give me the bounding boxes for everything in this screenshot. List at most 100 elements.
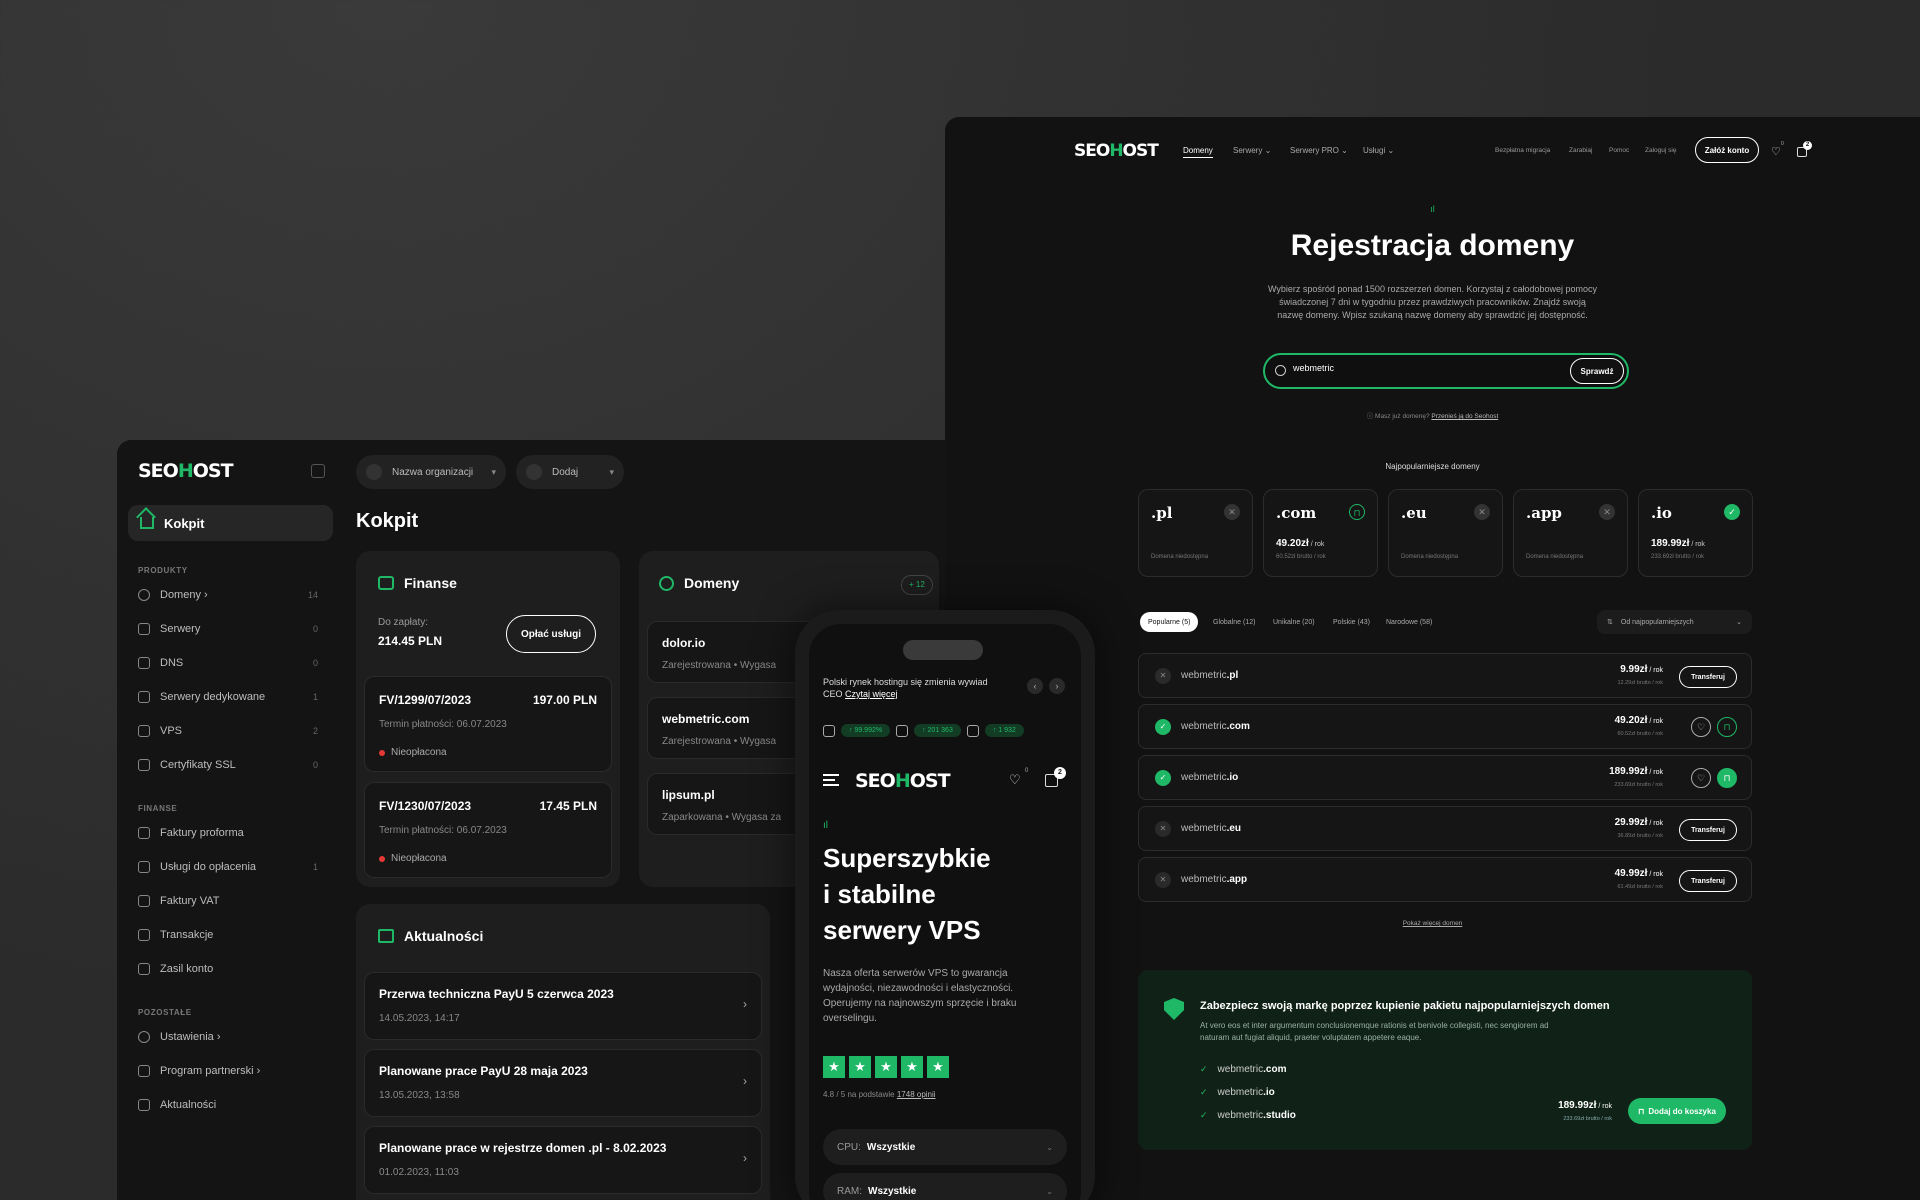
sidebar-item-ssl[interactable]: Certyfikaty SSL 0	[138, 755, 318, 775]
nav-uslugi[interactable]: Usługi ⌄	[1363, 146, 1394, 155]
heart-icon[interactable]: ♡	[1771, 145, 1781, 158]
tld-card[interactable]: .eu ✕ Domena niedostępna	[1388, 489, 1503, 577]
heart-icon[interactable]: ♡	[1691, 768, 1711, 788]
add-to-cart-button[interactable]: ⊓ Dodaj do koszyka	[1628, 1098, 1726, 1124]
sidebar-item-program-partnerski[interactable]: Program partnerski ›	[138, 1061, 318, 1081]
heart-count: 0	[1025, 768, 1029, 774]
chevron-right-icon: ›	[743, 1151, 747, 1165]
heart-icon[interactable]: ♡	[1691, 717, 1711, 737]
sidebar-item-transakcje[interactable]: Transakcje	[138, 925, 318, 945]
news-ticker: Polski rynek hostingu się zmienia wywiad…	[823, 677, 988, 699]
home-icon	[140, 517, 154, 529]
dashboard-logo[interactable]: SEOHOST	[138, 460, 234, 482]
sidebar-item-faktury-proforma[interactable]: Faktury proforma	[138, 823, 318, 843]
transfer-button[interactable]: Transferuj	[1679, 819, 1737, 841]
star-icon: ★	[849, 1056, 871, 1078]
nav-domeny[interactable]: Domeny	[1183, 146, 1213, 158]
star-icon: ★	[823, 1056, 845, 1078]
filter-popularne[interactable]: Popularne (5)	[1140, 612, 1199, 632]
check-button[interactable]: Sprawdź	[1570, 358, 1624, 384]
result-row: ✓ webmetric.com 49.20zł / rok 60.52zł br…	[1138, 704, 1752, 749]
nav-pomoc[interactable]: Pomoc	[1609, 147, 1629, 154]
transfer-button[interactable]: Transferuj	[1679, 666, 1737, 688]
site-logo[interactable]: SEOHOST	[1074, 141, 1159, 161]
sidebar-item-domeny[interactable]: Domeny › 14	[138, 585, 318, 605]
domain-search-input[interactable]	[1293, 363, 1553, 373]
due-amount: 214.45 PLN	[378, 634, 443, 648]
invoice-row[interactable]: FV/1299/07/2023 197.00 PLN Termin płatno…	[364, 676, 612, 772]
mobile-logo[interactable]: SEOHOST	[855, 770, 951, 792]
add-select[interactable]: Dodaj ▾	[516, 455, 624, 489]
sidebar-item-serwery[interactable]: Serwery 0	[138, 619, 318, 639]
sidebar-collapse-icon[interactable]	[311, 464, 325, 478]
document-icon	[138, 861, 150, 873]
filter-globalne[interactable]: Globalne (12)	[1205, 612, 1263, 632]
sidebar-item-aktualnosci[interactable]: Aktualności	[138, 1095, 318, 1115]
nav-serwery-pro[interactable]: Serwery PRO ⌄	[1290, 146, 1348, 155]
news-icon	[138, 1099, 150, 1111]
unavailable-icon: ✕	[1474, 504, 1490, 520]
reviews-link[interactable]: 1748 opinii	[897, 1090, 936, 1099]
sidebar-item-uslugi-do-oplacenia[interactable]: Usługi do opłacenia 1	[138, 857, 318, 877]
section-finanse: FINANSE	[138, 804, 178, 813]
heart-icon[interactable]: ♡	[1009, 772, 1021, 788]
filter-narodowe[interactable]: Narodowe (58)	[1378, 612, 1440, 632]
filter-unikalne[interactable]: Unikalne (20)	[1265, 612, 1323, 632]
bundle-item: ✓ webmetric.io	[1200, 1087, 1275, 1098]
transfer-button[interactable]: Transferuj	[1679, 870, 1737, 892]
nav-migracja[interactable]: Bezpłatna migracja	[1495, 147, 1550, 154]
star-icon: ★	[875, 1056, 897, 1078]
tld-card[interactable]: .io ✓ 189.99zł / rok 233.69zł brutto / r…	[1638, 489, 1753, 577]
bundle-title: Zabezpiecz swoją markę poprzez kupienie …	[1200, 1000, 1610, 1012]
bundle-description: At vero eos et inter argumentum conclusi…	[1200, 1021, 1549, 1042]
chevron-left-icon[interactable]: ‹	[1027, 678, 1043, 694]
nav-zarabiaj[interactable]: Zarabiaj	[1569, 147, 1592, 154]
sidebar-item-vps[interactable]: VPS 2	[138, 721, 318, 741]
cart-count: 2	[1054, 767, 1066, 779]
cpu-select[interactable]: CPU: Wszystkie ⌄	[823, 1129, 1067, 1165]
tld-card[interactable]: .com ⊓ 49.20zł / rok 60.52zł brutto / ro…	[1263, 489, 1378, 577]
news-item[interactable]: Planowane prace PayU 28 maja 2023 13.05.…	[364, 1049, 762, 1117]
check-icon: ✓	[1155, 770, 1171, 786]
news-item[interactable]: Przerwa techniczna PayU 5 czerwca 2023 1…	[364, 972, 762, 1040]
chevron-right-icon[interactable]: ›	[1049, 678, 1065, 694]
bundle-card: Zabezpiecz swoją markę poprzez kupienie …	[1138, 970, 1752, 1150]
nav-zaloguj[interactable]: Zaloguj się	[1645, 147, 1676, 154]
organization-select[interactable]: Nazwa organizacji ▾	[356, 455, 506, 489]
result-row: ✕ webmetric.pl 9.99zł / rok 12.29zł brut…	[1138, 653, 1752, 698]
gear-icon	[138, 1031, 150, 1043]
sidebar-item-ustawienia[interactable]: Ustawienia ›	[138, 1027, 318, 1047]
news-item[interactable]: Planowane prace w rejestrze domen .pl - …	[364, 1126, 762, 1194]
tld-card[interactable]: .app ✕ Domena niedostępna	[1513, 489, 1628, 577]
sidebar-item-dns[interactable]: DNS 0	[138, 653, 318, 673]
menu-icon[interactable]	[823, 774, 839, 786]
tld-card[interactable]: .pl ✕ Domena niedostępna	[1138, 489, 1253, 577]
show-more-link[interactable]: Pokaż więcej domen	[1045, 920, 1820, 927]
filter-polskie[interactable]: Polskie (43)	[1325, 612, 1378, 632]
bag-icon[interactable]: ⊓	[1349, 504, 1365, 520]
calendar-icon	[966, 724, 979, 737]
sidebar-item-serwery-dedykowane[interactable]: Serwery dedykowane 1	[138, 687, 318, 707]
domains-count-badge[interactable]: + 12	[901, 575, 933, 595]
transfer-hint: ⓘ Masz już domenę? Przenieś ją do Seohos…	[1366, 413, 1499, 420]
signup-button[interactable]: Załóż konto	[1695, 137, 1759, 163]
sidebar-item-faktury-vat[interactable]: Faktury VAT	[138, 891, 318, 911]
sidebar-item-zasil-konto[interactable]: Zasil konto	[138, 959, 318, 979]
ram-select[interactable]: RAM: Wszystkie ⌄	[823, 1173, 1067, 1200]
dns-icon	[138, 657, 150, 669]
sort-icon: ⇅	[1607, 619, 1613, 626]
result-row: ✓ webmetric.io 189.99zł / rok 233.69zł b…	[1138, 755, 1752, 800]
read-more-link[interactable]: Czytaj więcej	[845, 689, 898, 699]
sort-select[interactable]: ⇅ Od najpopularniejszych ⌄	[1597, 610, 1752, 634]
nav-serwery[interactable]: Serwery ⌄	[1233, 146, 1271, 155]
chevron-down-icon: ▾	[491, 466, 496, 477]
document-icon	[138, 895, 150, 907]
result-row: ✕ webmetric.app 49.99zł / rok 61.49zł br…	[1138, 857, 1752, 902]
bag-icon[interactable]: ⊓	[1717, 768, 1737, 788]
pay-services-button[interactable]: Opłać usługi	[506, 615, 596, 653]
domains-title: Domeny	[684, 575, 740, 591]
sidebar-item-kokpit[interactable]: Kokpit	[128, 505, 333, 541]
invoice-row[interactable]: FV/1230/07/2023 17.45 PLN Termin płatnoś…	[364, 782, 612, 878]
bag-icon[interactable]: ⊓	[1717, 717, 1737, 737]
transfer-link[interactable]: Przenieś ją do Seohost	[1431, 413, 1498, 420]
